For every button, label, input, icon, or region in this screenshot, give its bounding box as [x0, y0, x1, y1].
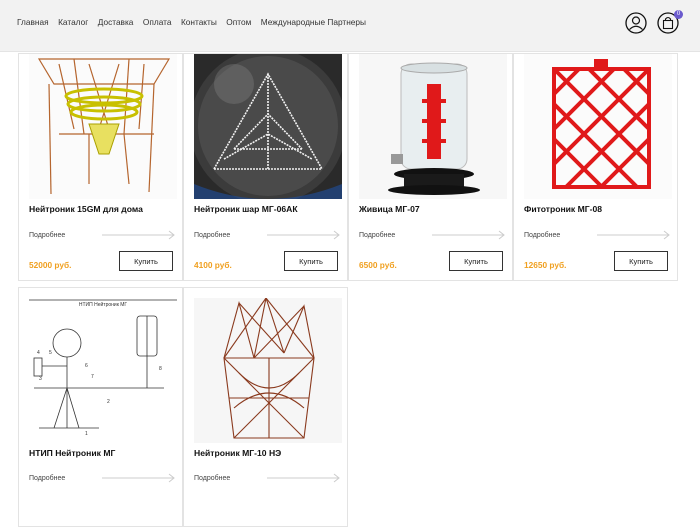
image-caption: НТИП Нейтроник МГ	[79, 301, 128, 308]
details-link[interactable]: Подробнее	[524, 232, 560, 239]
diagram-label: 4	[37, 350, 40, 356]
product-card[interactable]: Нейтроник МГ-10 НЭ Подробнее	[183, 287, 348, 527]
buy-button[interactable]: Купить	[284, 251, 338, 271]
details-link[interactable]: Подробнее	[194, 232, 230, 239]
product-card[interactable]: Живица МГ-07 Подробнее 6500 руб. Купить	[348, 53, 513, 281]
product-image[interactable]	[194, 54, 342, 199]
product-card[interactable]: Нейтроник шар МГ-06АК Подробнее 4100 руб…	[183, 53, 348, 281]
nav-item-contacts[interactable]: Контакты	[181, 17, 217, 28]
product-image[interactable]	[524, 54, 672, 199]
site-header: Главная Каталог Доставка Оплата Контакты…	[0, 0, 700, 51]
product-price: 4100 руб.	[194, 260, 232, 270]
arrow-right-icon[interactable]	[597, 230, 672, 240]
product-title[interactable]: Фитотроник МГ-08	[524, 204, 602, 214]
product-price: 6500 руб.	[359, 260, 397, 270]
product-image[interactable]	[194, 298, 342, 443]
product-price: 12650 руб.	[524, 260, 567, 270]
details-link[interactable]: Подробнее	[29, 232, 65, 239]
nav-item-home[interactable]: Главная	[17, 17, 49, 28]
product-card[interactable]: Фитотроник МГ-08 Подробнее 12650 руб. Ку…	[513, 53, 678, 281]
user-icon[interactable]	[625, 12, 647, 34]
details-link[interactable]: Подробнее	[194, 475, 230, 482]
buy-button[interactable]: Купить	[449, 251, 503, 271]
nav-item-partners[interactable]: Международные Партнеры	[261, 17, 366, 28]
arrow-right-icon[interactable]	[102, 473, 177, 483]
diagram-label: 2	[107, 399, 110, 405]
product-title[interactable]: Нейтроник 15GM для дома	[29, 204, 143, 214]
cart-count-badge: 0	[674, 10, 683, 19]
main-nav: Главная Каталог Доставка Оплата Контакты…	[17, 17, 375, 28]
product-price: 52000 руб.	[29, 260, 72, 270]
product-card[interactable]: НТИП Нейтроник МГ 1 2 3 4 5 6 7 8 НТИП Н…	[18, 287, 183, 527]
product-image[interactable]: НТИП Нейтроник МГ 1 2 3 4 5 6 7 8	[29, 298, 177, 443]
product-image[interactable]	[359, 54, 507, 199]
nav-item-delivery[interactable]: Доставка	[98, 17, 134, 28]
nav-item-payment[interactable]: Оплата	[143, 17, 172, 28]
product-title[interactable]: Нейтроник МГ-10 НЭ	[194, 448, 281, 458]
diagram-label: 5	[49, 350, 52, 356]
product-title[interactable]: НТИП Нейтроник МГ	[29, 448, 115, 458]
diagram-label: 7	[91, 374, 94, 380]
nav-item-wholesale[interactable]: Оптом	[226, 17, 251, 28]
buy-button[interactable]: Купить	[119, 251, 173, 271]
diagram-label: 1	[85, 431, 88, 437]
arrow-right-icon[interactable]	[267, 473, 342, 483]
arrow-right-icon[interactable]	[267, 230, 342, 240]
product-image[interactable]	[29, 54, 177, 199]
diagram-label: 6	[85, 363, 88, 369]
details-link[interactable]: Подробнее	[359, 232, 395, 239]
nav-item-catalog[interactable]: Каталог	[58, 17, 88, 28]
arrow-right-icon[interactable]	[432, 230, 507, 240]
diagram-label: 8	[159, 366, 162, 372]
product-title[interactable]: Нейтроник шар МГ-06АК	[194, 204, 298, 214]
product-grid: Нейтроник 15GM для дома Подробнее 52000 …	[0, 0, 700, 527]
product-card[interactable]: Нейтроник 15GM для дома Подробнее 52000 …	[18, 53, 183, 281]
product-title[interactable]: Живица МГ-07	[359, 204, 420, 214]
details-link[interactable]: Подробнее	[29, 475, 65, 482]
arrow-right-icon[interactable]	[102, 230, 177, 240]
diagram-label: 3	[39, 376, 42, 382]
buy-button[interactable]: Купить	[614, 251, 668, 271]
